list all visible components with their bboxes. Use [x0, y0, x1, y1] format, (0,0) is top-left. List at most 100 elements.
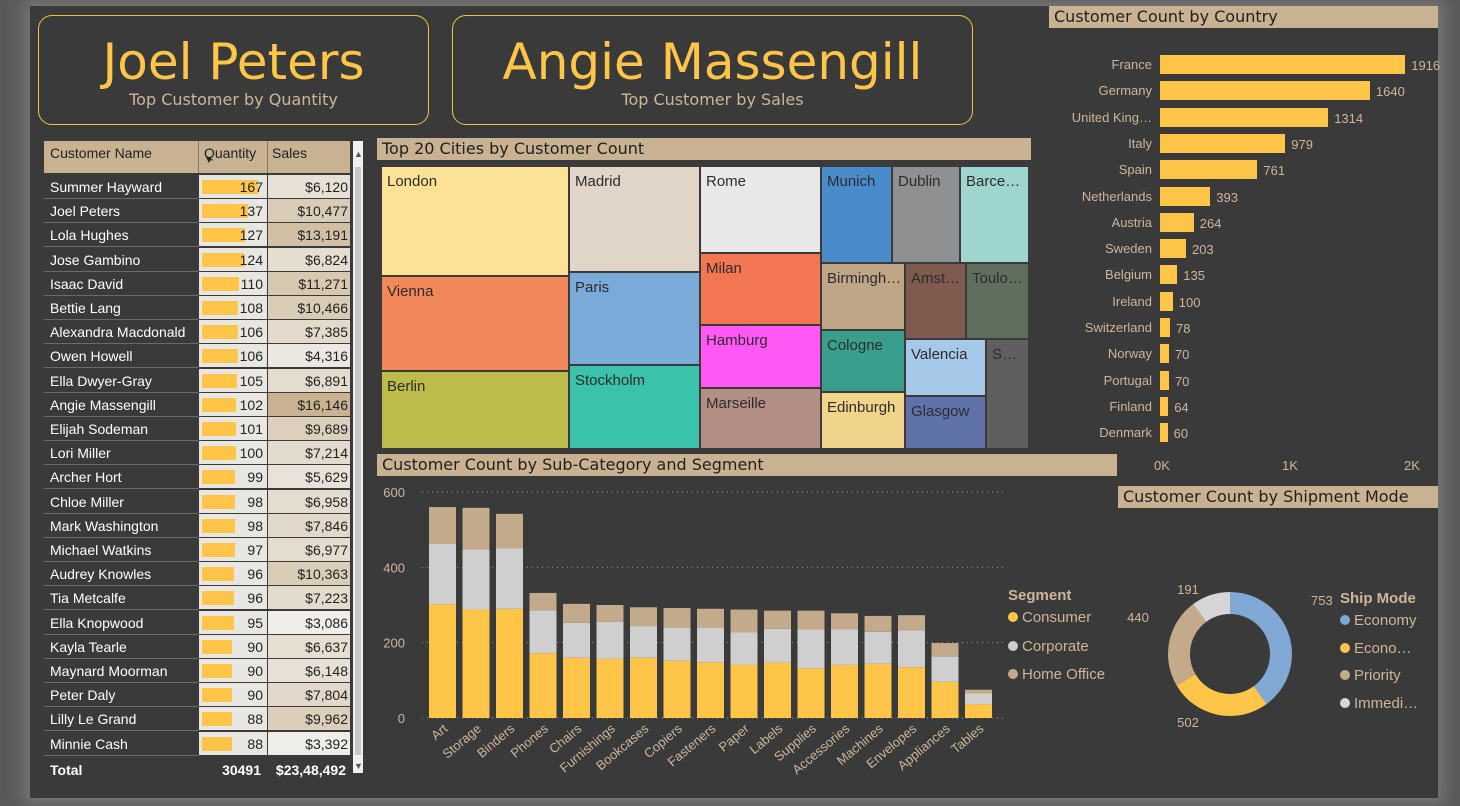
stack-segment-home-office[interactable] [462, 507, 490, 550]
table-row[interactable]: Summer Hayward 167 $6,120 [44, 175, 350, 199]
scroll-down-icon[interactable]: ▼ [354, 761, 363, 771]
stack-segment-home-office[interactable] [429, 507, 456, 544]
stack-segment-corporate[interactable] [663, 627, 691, 661]
table-row[interactable]: Archer Hort 99 $5,629 [44, 465, 350, 490]
treemap-cell-vienna[interactable]: Vienna [381, 276, 569, 371]
treemap-cell-valencia[interactable]: Valencia [905, 339, 986, 396]
table-row[interactable]: Joel Peters 137 $10,477 [44, 199, 350, 224]
table-row[interactable]: Tia Metcalfe 96 $7,223 [44, 586, 350, 611]
country-bar[interactable] [1160, 396, 1169, 416]
treemap-cell-paris[interactable]: Paris [569, 272, 700, 365]
stack-segment-corporate[interactable] [898, 630, 925, 668]
table-row[interactable]: Jose Gambino 124 $6,824 [44, 247, 350, 272]
country-bar[interactable] [1160, 212, 1194, 232]
stack-segment-consumer[interactable] [462, 609, 490, 718]
treemap-cell-barce[interactable]: Barce… [960, 166, 1029, 263]
stack-segment-consumer[interactable] [764, 662, 791, 718]
table-row[interactable]: Minnie Cash 88 $3,392 [44, 731, 350, 756]
table-row[interactable]: Ella Dwyer-Gray 105 $6,891 [44, 368, 350, 393]
stack-segment-home-office[interactable] [730, 609, 758, 633]
treemap-cell-glasgow[interactable]: Glasgow [905, 396, 986, 449]
treemap-cell-s[interactable]: S… [986, 339, 1029, 449]
country-bar[interactable] [1160, 107, 1329, 127]
country-bar[interactable] [1160, 81, 1370, 101]
table-row[interactable]: Alexandra Macdonald 106 $7,385 [44, 320, 350, 345]
stack-segment-home-office[interactable] [529, 592, 557, 611]
stack-segment-corporate[interactable] [462, 549, 490, 610]
legend-item-home-office[interactable]: Home Office [1008, 666, 1105, 683]
shipmode-legend-item[interactable]: Economy [1340, 612, 1417, 629]
table-row[interactable]: Owen Howell 106 $4,316 [44, 344, 350, 369]
stack-segment-home-office[interactable] [697, 608, 724, 628]
legend-item-corporate[interactable]: Corporate [1008, 638, 1089, 655]
country-bar[interactable] [1160, 423, 1168, 443]
table-scrollbar[interactable]: ▲ ▼ [353, 141, 363, 773]
country-bar[interactable] [1160, 344, 1169, 364]
stack-segment-home-office[interactable] [831, 613, 858, 630]
shipmode-legend-item[interactable]: Immedi… [1340, 695, 1418, 712]
stack-segment-consumer[interactable] [496, 608, 523, 718]
shipmode-legend-item[interactable]: Econo… [1340, 640, 1412, 657]
table-row[interactable]: Peter Daly 90 $7,804 [44, 683, 350, 708]
stack-segment-corporate[interactable] [529, 610, 557, 654]
table-row[interactable]: Mark Washington 98 $7,846 [44, 513, 350, 538]
stack-segment-corporate[interactable] [931, 656, 959, 682]
treemap-cell-madrid[interactable]: Madrid [569, 166, 700, 272]
stack-segment-corporate[interactable] [730, 632, 758, 665]
stack-segment-corporate[interactable] [831, 629, 858, 665]
stack-segment-corporate[interactable] [797, 629, 825, 669]
stack-segment-home-office[interactable] [797, 610, 825, 630]
table-row[interactable]: Bettie Lang 108 $10,466 [44, 296, 350, 320]
table-row[interactable]: Chloe Miller 98 $6,958 [44, 489, 350, 514]
stack-segment-home-office[interactable] [965, 689, 992, 694]
top-customer-quantity-card[interactable]: Joel Peters Top Customer by Quantity [38, 15, 429, 125]
treemap-cell-amst[interactable]: Amst… [905, 263, 966, 339]
table-row[interactable]: Lola Hughes 127 $13,191 [44, 223, 350, 248]
stack-segment-consumer[interactable] [931, 681, 959, 718]
treemap-cell-marseille[interactable]: Marseille [700, 388, 821, 449]
stack-segment-corporate[interactable] [697, 627, 724, 663]
stack-segment-consumer[interactable] [596, 658, 624, 718]
treemap-cell-stockholm[interactable]: Stockholm [569, 365, 700, 449]
stack-segment-consumer[interactable] [730, 664, 758, 718]
country-bar[interactable] [1160, 291, 1173, 311]
stack-segment-consumer[interactable] [898, 667, 925, 718]
stack-segment-home-office[interactable] [630, 607, 657, 627]
table-row[interactable]: Ella Knopwood 95 $3,086 [44, 610, 350, 635]
stack-segment-consumer[interactable] [697, 662, 724, 718]
stack-segment-corporate[interactable] [965, 693, 992, 705]
country-bar[interactable] [1160, 133, 1286, 153]
country-bar[interactable] [1160, 370, 1169, 390]
treemap-cell-munich[interactable]: Munich [821, 166, 892, 263]
country-bar[interactable] [1160, 318, 1170, 337]
shipmode-legend-item[interactable]: Priority [1340, 667, 1401, 684]
col-header-sales[interactable]: Sales [272, 145, 307, 161]
stack-segment-corporate[interactable] [630, 626, 657, 658]
table-row[interactable]: Maynard Moorman 90 $6,148 [44, 659, 350, 683]
stack-segment-home-office[interactable] [563, 603, 590, 623]
table-row[interactable]: Elijah Sodeman 101 $9,689 [44, 417, 350, 441]
stack-segment-consumer[interactable] [529, 653, 557, 718]
table-row[interactable]: Lori Miller 100 $7,214 [44, 441, 350, 466]
stack-segment-home-office[interactable] [663, 608, 691, 628]
table-row[interactable]: Audrey Knowles 96 $10,363 [44, 562, 350, 587]
treemap-cell-rome[interactable]: Rome [700, 166, 821, 253]
stack-segment-consumer[interactable] [429, 604, 456, 718]
treemap-cell-london[interactable]: London [381, 166, 569, 276]
scrollbar-thumb[interactable] [355, 167, 361, 755]
treemap-cell-dublin[interactable]: Dublin [892, 166, 960, 263]
country-bar[interactable] [1160, 55, 1406, 74]
top-customer-sales-card[interactable]: Angie Massengill Top Customer by Sales [452, 15, 973, 125]
stack-segment-home-office[interactable] [931, 643, 959, 657]
table-row[interactable]: Michael Watkins 97 $6,977 [44, 538, 350, 562]
country-bar[interactable] [1160, 239, 1186, 259]
treemap-cell-birmingh[interactable]: Birmingh… [821, 263, 905, 330]
country-bar[interactable] [1160, 186, 1211, 206]
country-bar[interactable] [1160, 160, 1258, 180]
stack-segment-consumer[interactable] [630, 657, 657, 718]
stack-segment-corporate[interactable] [864, 631, 892, 664]
stack-segment-consumer[interactable] [831, 664, 858, 718]
table-row[interactable]: Angie Massengill 102 $16,146 [44, 392, 350, 417]
col-header-customer-name[interactable]: Customer Name [50, 145, 152, 161]
stack-segment-consumer[interactable] [663, 660, 691, 718]
